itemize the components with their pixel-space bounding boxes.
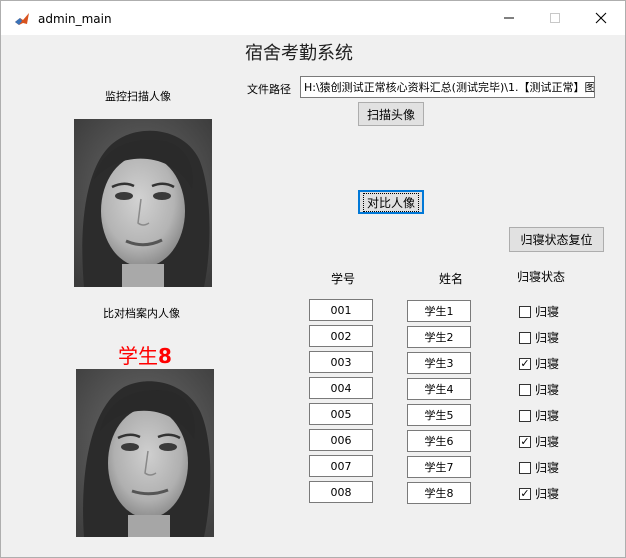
checkbox-unchecked-icon	[519, 409, 531, 422]
return-status-checkbox[interactable]: 归寝	[519, 303, 559, 320]
student-name-field[interactable]: 学生6	[407, 430, 471, 452]
student-name-field[interactable]: 学生1	[407, 300, 471, 322]
student-id-field[interactable]: 005	[309, 403, 373, 425]
return-status-label: 归寝	[535, 461, 560, 475]
matched-name-prefix: 学生	[118, 344, 158, 368]
student-name-field[interactable]: 学生5	[407, 404, 471, 426]
archive-label: 比对档案内人像	[103, 307, 180, 320]
return-status-checkbox[interactable]: 归寝	[519, 407, 559, 424]
file-path-input[interactable]: H:\猿创测试正常核心资料汇总(测试完毕)\1.【测试正常】图像	[300, 76, 595, 98]
archive-face-image	[76, 369, 214, 537]
column-header-status: 归寝状态	[517, 270, 566, 284]
checkbox-unchecked-icon	[519, 461, 531, 474]
student-name-field[interactable]: 学生3	[407, 352, 471, 374]
checkbox-checked-icon: ✓	[519, 435, 531, 448]
main-panel: 宿舍考勤系统 监控扫描人像 文件路径 H:\猿创测试正常核心资料汇总(测试完毕)…	[1, 35, 625, 557]
checkbox-unchecked-icon	[519, 383, 531, 396]
student-id-field[interactable]: 004	[309, 377, 373, 399]
checkbox-checked-icon: ✓	[519, 357, 531, 370]
compare-face-button-label: 对比人像	[362, 192, 420, 212]
matched-name-number: 8	[158, 344, 172, 368]
return-status-checkbox[interactable]: 归寝	[519, 459, 559, 476]
student-name-field[interactable]: 学生7	[407, 456, 471, 478]
student-name-field[interactable]: 学生8	[407, 482, 471, 504]
student-id-field[interactable]: 008	[309, 481, 373, 503]
title-bar: admin_main	[1, 1, 625, 35]
student-id-field[interactable]: 006	[309, 429, 373, 451]
maximize-icon	[550, 13, 560, 23]
checkbox-unchecked-icon	[519, 305, 531, 318]
return-status-label: 归寝	[535, 357, 560, 371]
return-status-checkbox[interactable]: ✓ 归寝	[519, 355, 559, 372]
minimize-icon	[504, 17, 514, 19]
close-button[interactable]	[578, 1, 624, 35]
reset-status-button[interactable]: 归寝状态复位	[509, 227, 604, 252]
page-title: 宿舍考勤系统	[245, 43, 353, 64]
student-name-field[interactable]: 学生2	[407, 326, 471, 348]
student-id-field[interactable]: 003	[309, 351, 373, 373]
scan-face-button-label: 扫描头像	[366, 107, 415, 122]
column-header-name: 姓名	[439, 272, 464, 286]
matlab-icon	[14, 11, 30, 27]
checkbox-unchecked-icon	[519, 331, 531, 344]
scan-face-button[interactable]: 扫描头像	[358, 102, 424, 126]
reset-status-button-label: 归寝状态复位	[520, 233, 593, 247]
return-status-checkbox[interactable]: 归寝	[519, 381, 559, 398]
compare-face-button[interactable]: 对比人像	[358, 190, 424, 214]
app-window: admin_main 宿舍考勤系统 监控扫描人像 文件路径 H:\猿创测试正常核…	[0, 0, 626, 558]
return-status-label: 归寝	[535, 487, 560, 501]
scan-label: 监控扫描人像	[105, 90, 171, 103]
return-status-label: 归寝	[535, 409, 560, 423]
column-header-id: 学号	[331, 272, 356, 286]
student-id-field[interactable]: 002	[309, 325, 373, 347]
student-id-field[interactable]: 007	[309, 455, 373, 477]
return-status-checkbox[interactable]: ✓ 归寝	[519, 485, 559, 502]
return-status-label: 归寝	[535, 305, 560, 319]
return-status-label: 归寝	[535, 435, 560, 449]
path-label: 文件路径	[247, 83, 291, 96]
return-status-checkbox[interactable]: ✓ 归寝	[519, 433, 559, 450]
close-icon	[595, 12, 607, 24]
student-name-field[interactable]: 学生4	[407, 378, 471, 400]
window-title: admin_main	[38, 12, 112, 26]
matched-student-name: 学生8	[118, 340, 172, 369]
return-status-label: 归寝	[535, 383, 560, 397]
minimize-button[interactable]	[486, 1, 532, 35]
scanned-face-image	[74, 119, 212, 287]
checkbox-checked-icon: ✓	[519, 487, 531, 500]
maximize-button	[532, 1, 578, 35]
return-status-label: 归寝	[535, 331, 560, 345]
return-status-checkbox[interactable]: 归寝	[519, 329, 559, 346]
student-id-field[interactable]: 001	[309, 299, 373, 321]
